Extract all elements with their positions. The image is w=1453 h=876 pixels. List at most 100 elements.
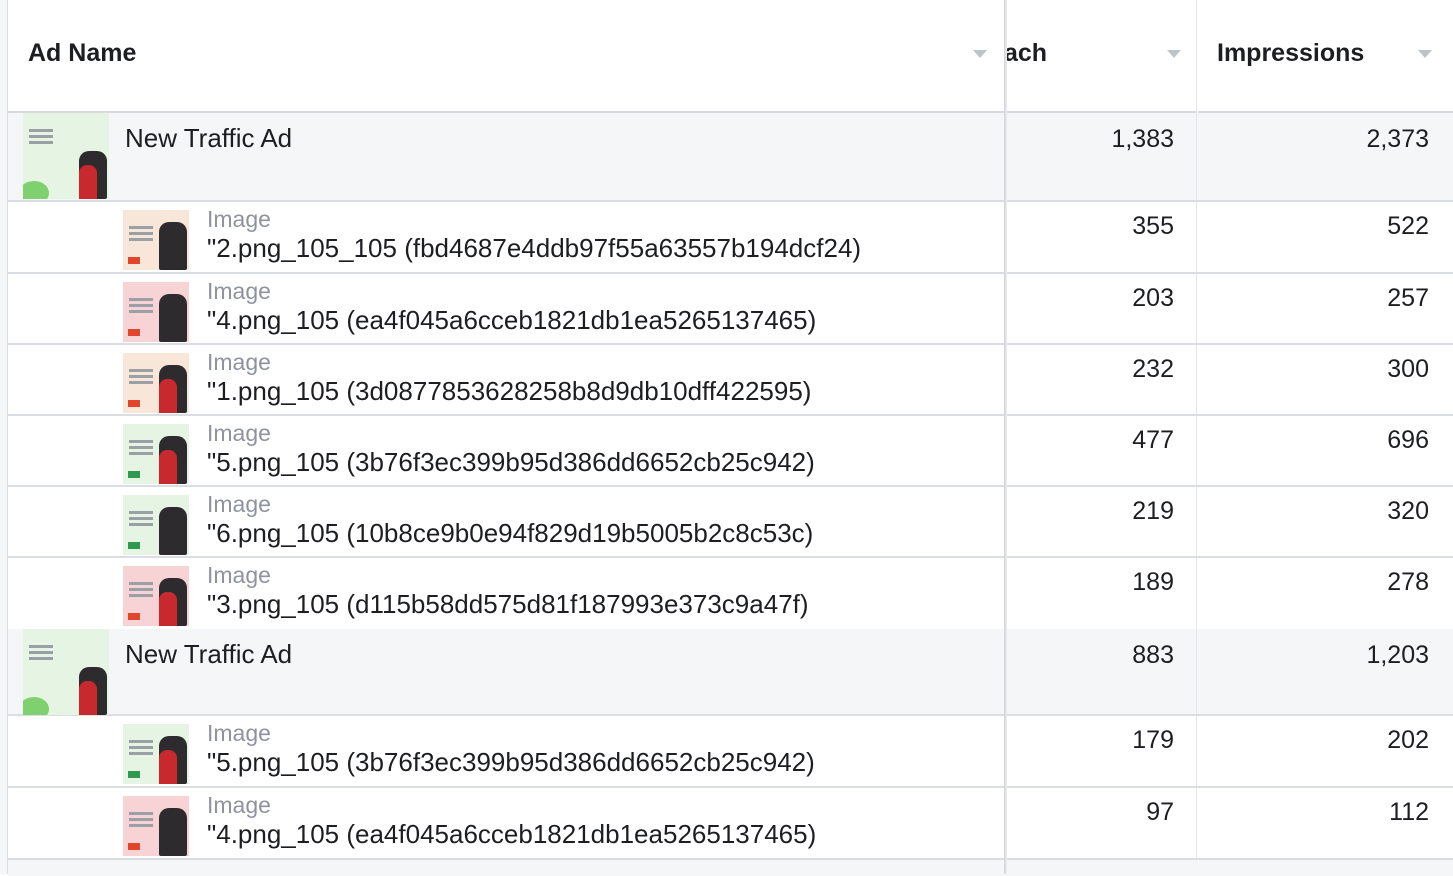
creative-type: Image [207,792,271,818]
reach-value: 232 [1132,355,1174,383]
sort-caret-icon[interactable] [1167,50,1181,58]
ad-name-cell: New Traffic Ad [8,629,1004,715]
impressions-cell: 300 [1198,345,1453,414]
table-row-creative[interactable]: Image "4.png_105 (ea4f045a6cceb1821db1ea… [8,274,1453,345]
frozen-column-divider[interactable] [1004,0,1007,874]
creative-type: Image [207,420,271,446]
ads-table: Ad Name ach Impressions New Traffic Ad 1… [0,0,1453,876]
reach-value: 477 [1132,426,1174,454]
reach-cell: 179 [1006,716,1197,786]
column-header-reach-label: ach [1004,39,1048,67]
reach-cell: 219 [1006,487,1197,556]
table-row-creative[interactable]: Image "3.png_105 (d115b58dd575d81f187993… [8,558,1453,629]
impressions-value: 257 [1387,284,1429,312]
reach-cell: 355 [1006,202,1197,272]
reach-value: 219 [1132,497,1174,525]
impressions-value: 278 [1387,568,1429,596]
reach-value: 97 [1146,798,1174,826]
creative-name-cell: Image "5.png_105 (3b76f3ec399b95d386dd66… [8,416,1004,485]
creative-type: Image [207,562,271,588]
creative-thumbnail [123,724,189,784]
table-row-creative[interactable]: Image "5.png_105 (3b76f3ec399b95d386dd66… [8,716,1453,788]
impressions-value: 1,203 [1366,641,1429,669]
impressions-cell: 320 [1198,487,1453,556]
creative-type: Image [207,206,271,232]
reach-cell: 189 [1006,558,1197,629]
impressions-cell: 522 [1198,202,1453,272]
creative-thumbnail [123,566,189,626]
ad-name-cell: New Traffic Ad [8,113,1004,200]
impressions-cell: 202 [1198,716,1453,786]
reach-value: 355 [1132,212,1174,240]
creative-thumbnail [123,353,189,413]
creative-name[interactable]: "6.png_105 (10b8ce9b0e94f829d19b5005b2c8… [207,518,813,549]
impressions-cell: 2,373 [1198,113,1453,200]
impressions-value: 2,373 [1366,125,1429,153]
ad-thumbnail [23,629,109,715]
ad-name[interactable]: New Traffic Ad [125,123,292,154]
table-row-creative[interactable]: Image "5.png_105 (3b76f3ec399b95d386dd66… [8,416,1453,487]
creative-name[interactable]: "4.png_105 (ea4f045a6cceb1821db1ea526513… [207,819,816,850]
ad-thumbnail [23,113,109,199]
creative-type: Image [207,491,271,517]
creative-name-cell: Image "1.png_105 (3d0877853628258b8d9db1… [8,345,1004,414]
impressions-cell: 696 [1198,416,1453,485]
reach-value: 179 [1132,726,1174,754]
table-row-creative[interactable]: Image "4.png_105 (ea4f045a6cceb1821db1ea… [8,788,1453,858]
impressions-value: 112 [1389,798,1429,826]
creative-thumbnail [123,796,189,856]
creative-name[interactable]: "1.png_105 (3d0877853628258b8d9db10dff42… [207,376,811,407]
column-header-ad-name[interactable]: Ad Name [8,0,1004,113]
creative-name-cell: Image "3.png_105 (d115b58dd575d81f187993… [8,558,1004,629]
table-row-ad[interactable]: New Traffic Ad 883 1,203 [8,629,1453,716]
reach-value: 1,383 [1111,125,1174,153]
column-header-ad-name-label: Ad Name [28,39,137,67]
creative-thumbnail [123,210,189,270]
reach-cell: 1,383 [1006,113,1197,200]
column-header-reach[interactable]: ach [1004,0,1197,113]
creative-thumbnail [123,282,189,342]
row-selector-column [0,0,8,874]
table-row-creative[interactable]: Image "2.png_105_105 (fbd4687e4ddb97f55a… [8,202,1453,274]
reach-cell: 232 [1006,345,1197,414]
column-header-impressions-label: Impressions [1217,39,1365,67]
sort-caret-icon[interactable] [1418,50,1432,58]
impressions-cell: 112 [1198,788,1453,858]
table-row-creative[interactable]: Image "6.png_105 (10b8ce9b0e94f829d19b50… [8,487,1453,558]
sort-caret-icon[interactable] [973,50,987,58]
creative-name[interactable]: "5.png_105 (3b76f3ec399b95d386dd6652cb25… [207,447,815,478]
creative-name[interactable]: "5.png_105 (3b76f3ec399b95d386dd6652cb25… [207,747,815,778]
impressions-cell: 278 [1198,558,1453,629]
impressions-value: 522 [1387,212,1429,240]
reach-cell: 883 [1006,629,1197,714]
impressions-value: 300 [1387,355,1429,383]
column-header-impressions[interactable]: Impressions [1198,0,1453,113]
creative-name-cell: Image "4.png_105 (ea4f045a6cceb1821db1ea… [8,788,1004,858]
reach-value: 203 [1132,284,1174,312]
creative-name-cell: Image "2.png_105_105 (fbd4687e4ddb97f55a… [8,202,1004,272]
creative-name-cell: Image "4.png_105 (ea4f045a6cceb1821db1ea… [8,274,1004,343]
impressions-value: 320 [1387,497,1429,525]
ad-name[interactable]: New Traffic Ad [125,639,292,670]
reach-cell: 477 [1006,416,1197,485]
creative-name-cell: Image "6.png_105 (10b8ce9b0e94f829d19b50… [8,487,1004,556]
creative-name[interactable]: "4.png_105 (ea4f045a6cceb1821db1ea526513… [207,305,816,336]
creative-name[interactable]: "3.png_105 (d115b58dd575d81f187993e373c9… [207,589,809,620]
creative-type: Image [207,720,271,746]
creative-name-cell: Image "5.png_105 (3b76f3ec399b95d386dd66… [8,716,1004,786]
reach-cell: 97 [1006,788,1197,858]
impressions-value: 202 [1387,726,1429,754]
creative-thumbnail [123,495,189,555]
reach-value: 189 [1132,568,1174,596]
impressions-cell: 1,203 [1198,629,1453,714]
creative-name[interactable]: "2.png_105_105 (fbd4687e4ddb97f55a63557b… [207,233,861,264]
creative-type: Image [207,349,271,375]
table-row-ad[interactable]: New Traffic Ad 1,383 2,373 [8,113,1453,202]
table-footer-strip [8,858,1453,876]
table-row-creative[interactable]: Image "1.png_105 (3d0877853628258b8d9db1… [8,345,1453,416]
impressions-cell: 257 [1198,274,1453,343]
reach-cell: 203 [1006,274,1197,343]
reach-value: 883 [1132,641,1174,669]
creative-thumbnail [123,424,189,484]
impressions-value: 696 [1387,426,1429,454]
